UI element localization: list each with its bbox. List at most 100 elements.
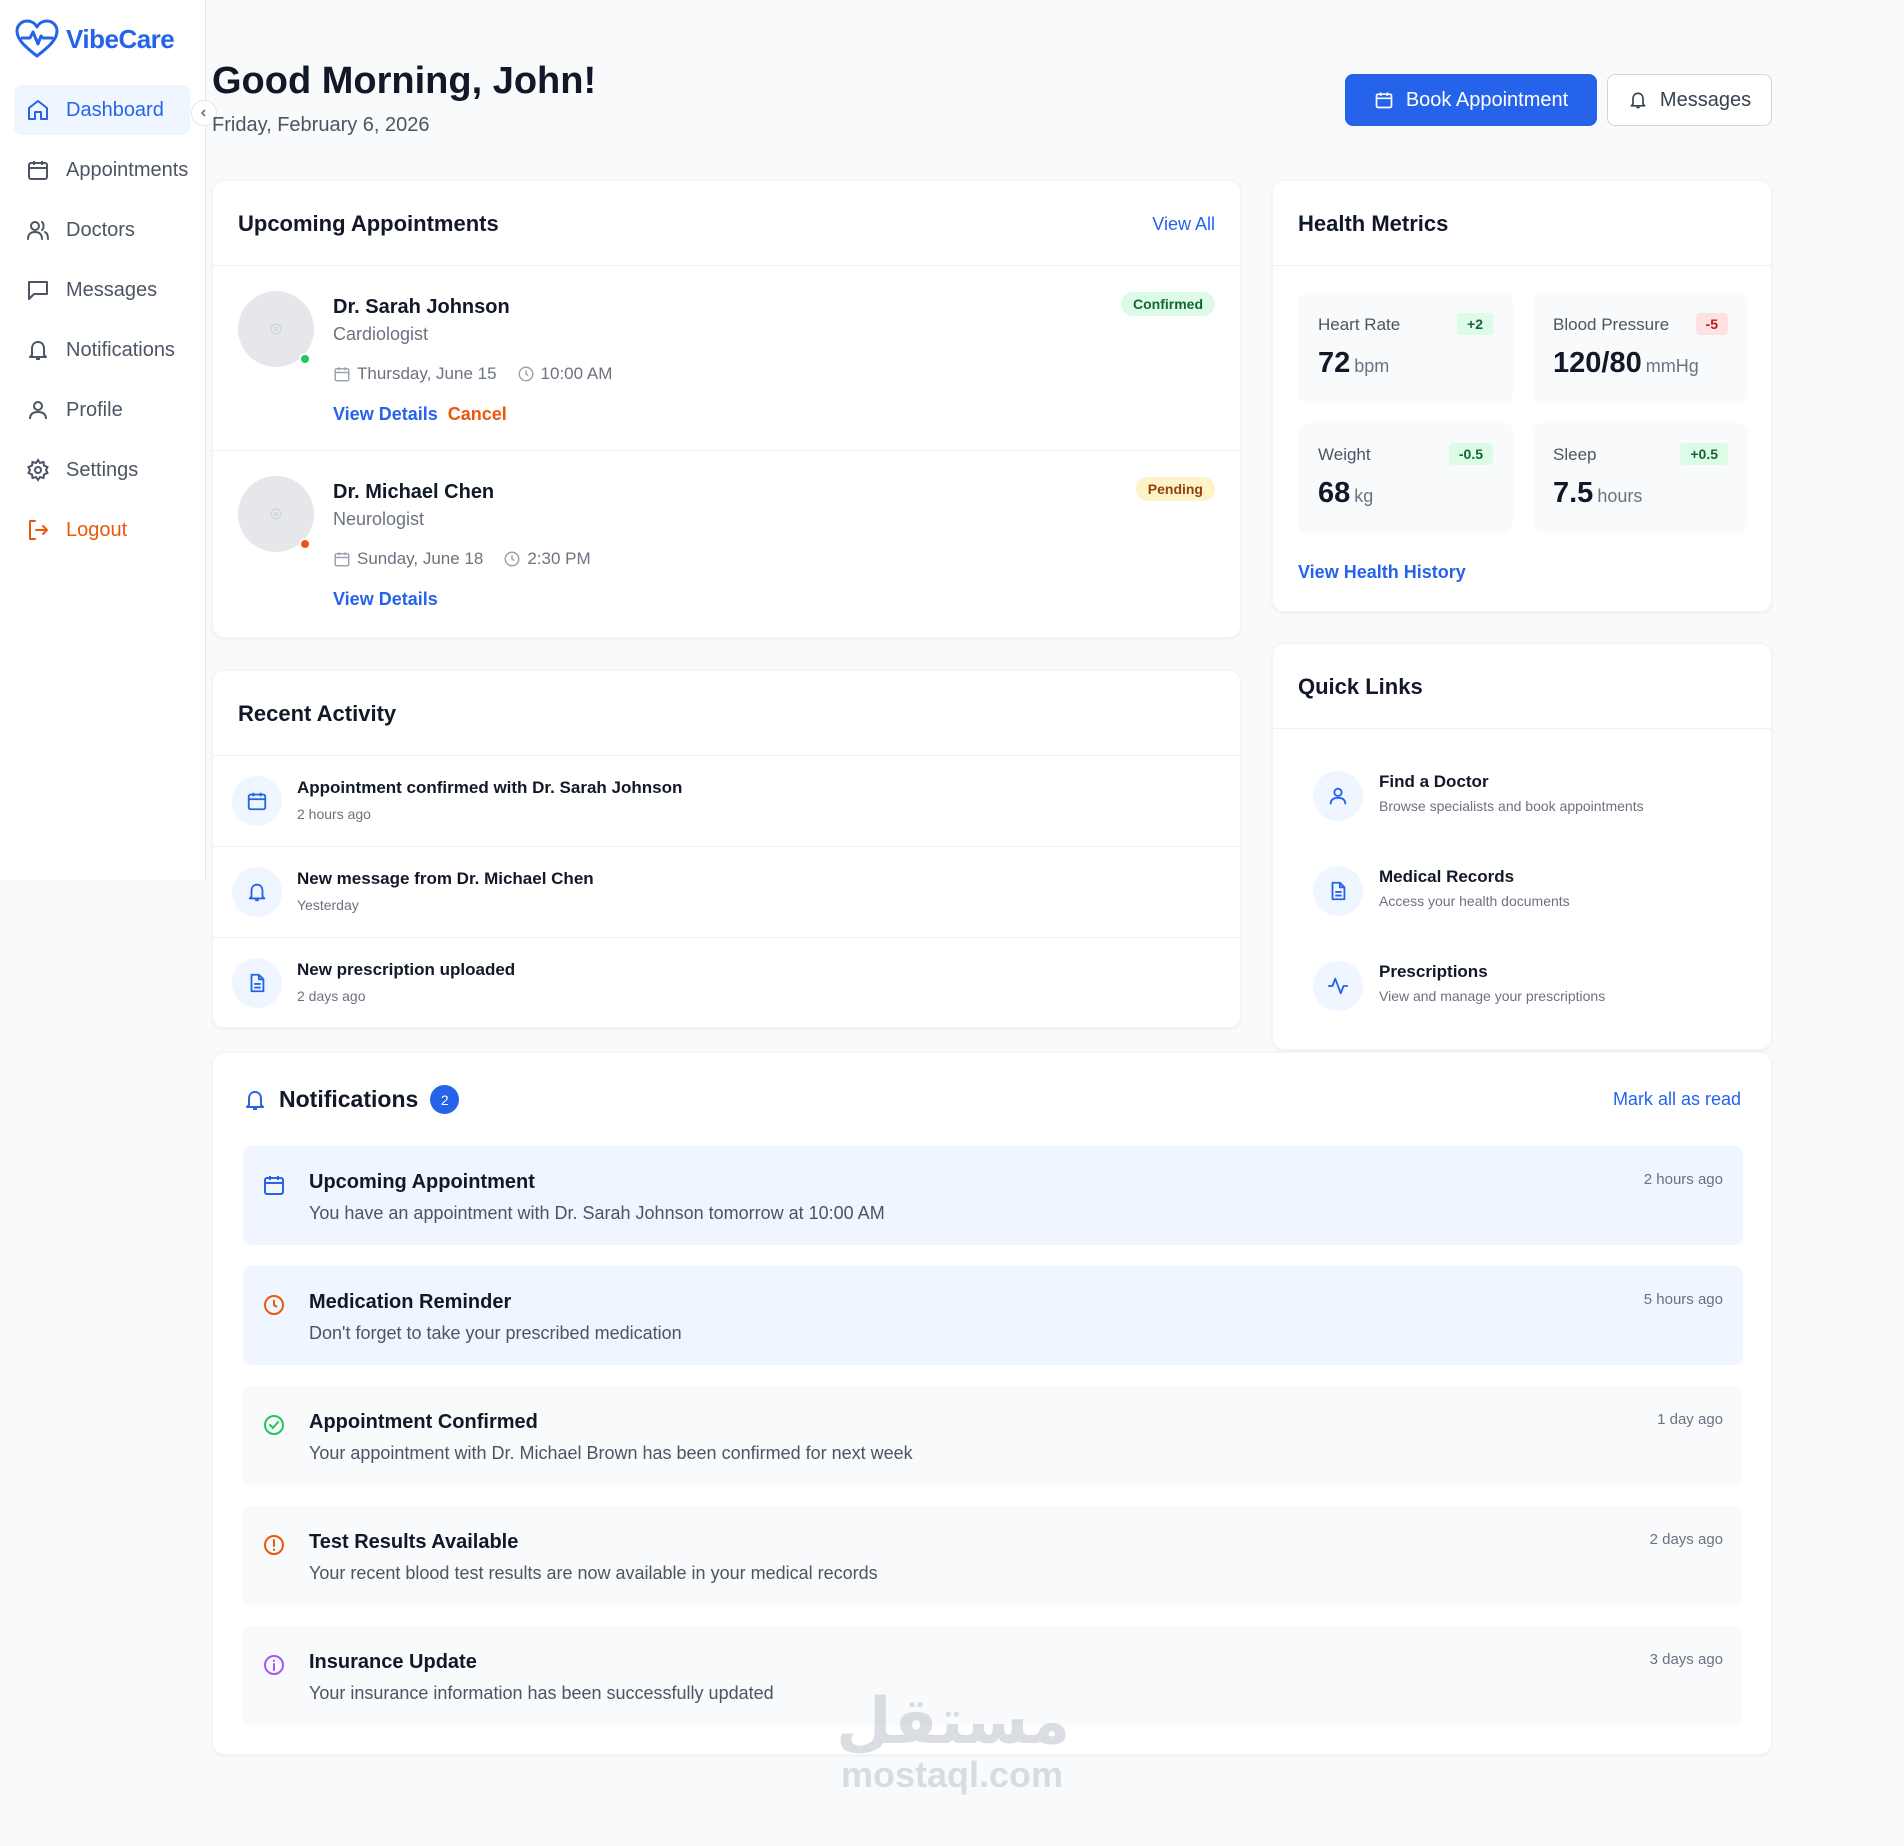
- metric-value-wrap: 120/80 mmHg: [1553, 347, 1699, 380]
- sidebar: VibeCare Dashboard Appointments Doctors …: [0, 0, 217, 880]
- bell-icon: [232, 867, 282, 917]
- card-title: Upcoming Appointments: [238, 211, 499, 236]
- watermark-latin: mostaql.com: [840, 1754, 1064, 1795]
- card-header: Recent Activity: [213, 671, 1240, 756]
- metric-value-wrap: 72 bpm: [1318, 347, 1389, 380]
- metric-unit: mmHg: [1645, 356, 1699, 376]
- button-label: Book Appointment: [1405, 88, 1569, 111]
- date-text: Sunday, June 18: [357, 549, 484, 568]
- metric-label: Heart Rate: [1318, 315, 1401, 334]
- view-details-link[interactable]: View Details: [333, 589, 438, 610]
- page-title: Good Morning, John!: [212, 60, 597, 102]
- sidebar-item-notifications[interactable]: Notifications: [14, 325, 190, 375]
- book-appointment-button[interactable]: Book Appointment: [1345, 74, 1597, 126]
- quick-link-title: Prescriptions: [1379, 962, 1488, 981]
- app-name: VibeCare: [66, 23, 175, 54]
- metric-value-wrap: 68 kg: [1318, 477, 1373, 510]
- metric-label: Sleep: [1553, 445, 1597, 464]
- sidebar-item-logout[interactable]: Logout: [14, 505, 190, 555]
- appointment-item: Dr. Sarah Johnson Cardiologist Thursday,…: [213, 266, 1240, 451]
- notification-title: Appointment Confirmed: [309, 1411, 538, 1433]
- activity-time: 2 hours ago: [297, 806, 371, 822]
- notifications-title: Notifications: [279, 1086, 419, 1112]
- notification-time: 2 days ago: [1649, 1531, 1723, 1548]
- watermark-arabic: مستقل: [836, 1685, 1071, 1759]
- sidebar-item-settings[interactable]: Settings: [14, 445, 190, 495]
- metric-heart-rate: Heart Rate +2 72 bpm: [1298, 293, 1513, 403]
- doctor-name: Dr. Sarah Johnson: [333, 296, 510, 318]
- appointment-date: Sunday, June 18: [333, 549, 483, 569]
- online-status-dot: [299, 353, 311, 365]
- users-icon: [26, 218, 50, 242]
- document-icon: [1313, 866, 1363, 916]
- calendar-icon: [1374, 90, 1394, 110]
- app-logo[interactable]: VibeCare: [14, 18, 175, 60]
- button-label: Messages: [1659, 88, 1752, 111]
- notifications-card: Notifications 2 Mark all as read Upcomin…: [212, 1052, 1772, 1755]
- notification-item[interactable]: Test Results Available Your recent blood…: [243, 1506, 1743, 1605]
- card-title: Quick Links: [1298, 674, 1423, 699]
- card-title: Recent Activity: [238, 701, 397, 726]
- activity-item[interactable]: New message from Dr. Michael Chen Yester…: [213, 847, 1240, 938]
- card-title: Health Metrics: [1298, 211, 1449, 236]
- metric-label: Weight: [1318, 445, 1371, 464]
- clock-icon: [262, 1293, 286, 1317]
- card-header: Quick Links: [1273, 644, 1771, 729]
- metric-change: -0.5: [1448, 443, 1493, 465]
- bell-icon: [26, 338, 50, 362]
- quick-link-prescriptions[interactable]: Prescriptions View and manage your presc…: [1313, 956, 1753, 1016]
- calendar-icon: [232, 776, 282, 826]
- activity-time: 2 days ago: [297, 988, 366, 1004]
- document-icon: [232, 958, 282, 1008]
- appointment-date: Thursday, June 15: [333, 364, 497, 384]
- activity-item[interactable]: New prescription uploaded 2 days ago: [213, 938, 1240, 1029]
- activity-time: Yesterday: [297, 897, 359, 913]
- upcoming-appointments-card: Upcoming Appointments View All Dr. Sarah…: [212, 180, 1241, 638]
- view-details-link[interactable]: View Details: [333, 404, 438, 425]
- quick-link-medical-records[interactable]: Medical Records Access your health docum…: [1313, 861, 1753, 921]
- calendar-icon: [262, 1173, 286, 1197]
- activity-icon: [1313, 961, 1363, 1011]
- view-health-history-link[interactable]: View Health History: [1298, 562, 1466, 583]
- appointment-actions: View Details Cancel: [333, 404, 507, 425]
- activity-item[interactable]: Appointment confirmed with Dr. Sarah Joh…: [213, 756, 1240, 847]
- check-circle-icon: [262, 1413, 286, 1437]
- sidebar-item-profile[interactable]: Profile: [14, 385, 190, 435]
- sidebar-item-label: Logout: [66, 518, 128, 541]
- metric-unit: bpm: [1354, 356, 1390, 376]
- sidebar-item-doctors[interactable]: Doctors: [14, 205, 190, 255]
- appointment-meta: Sunday, June 18 2:30 PM: [333, 549, 591, 569]
- bell-icon: [1628, 90, 1648, 110]
- sidebar-item-dashboard[interactable]: Dashboard: [14, 85, 190, 135]
- metric-change: +2: [1457, 313, 1493, 335]
- quick-link-desc: View and manage your prescriptions: [1379, 988, 1606, 1004]
- metric-blood-pressure: Blood Pressure -5 120/80 mmHg: [1533, 293, 1748, 403]
- user-icon: [1313, 771, 1363, 821]
- calendar-icon: [333, 365, 351, 383]
- notification-message: You have an appointment with Dr. Sarah J…: [309, 1203, 885, 1223]
- metric-value: 7.5: [1553, 477, 1594, 509]
- user-icon: [26, 398, 50, 422]
- mark-all-read-link[interactable]: Mark all as read: [1613, 1089, 1741, 1110]
- sidebar-item-label: Doctors: [66, 218, 135, 241]
- sidebar-item-appointments[interactable]: Appointments: [14, 145, 190, 195]
- notification-time: 2 hours ago: [1643, 1171, 1723, 1188]
- current-date: Friday, February 6, 2026: [212, 114, 430, 136]
- notification-item[interactable]: Medication Reminder Don't forget to take…: [243, 1266, 1743, 1365]
- recent-activity-card: Recent Activity Appointment confirmed wi…: [212, 670, 1241, 1028]
- metric-weight: Weight -0.5 68 kg: [1298, 423, 1513, 533]
- metric-value: 72: [1318, 347, 1351, 379]
- cancel-link[interactable]: Cancel: [448, 404, 507, 425]
- user-icon: [269, 507, 283, 521]
- quick-link-find-doctor[interactable]: Find a Doctor Browse specialists and boo…: [1313, 766, 1753, 826]
- view-all-link[interactable]: View All: [1152, 214, 1215, 235]
- doctor-specialty: Cardiologist: [333, 324, 429, 344]
- home-icon: [26, 98, 50, 122]
- messages-button[interactable]: Messages: [1607, 74, 1772, 126]
- notification-item[interactable]: Upcoming Appointment You have an appoint…: [243, 1146, 1743, 1245]
- notification-item[interactable]: Appointment Confirmed Your appointment w…: [243, 1386, 1743, 1485]
- status-badge: Pending: [1135, 477, 1215, 501]
- sidebar-item-messages[interactable]: Messages: [14, 265, 190, 315]
- message-icon: [26, 278, 50, 302]
- sidebar-item-label: Notifications: [66, 338, 175, 361]
